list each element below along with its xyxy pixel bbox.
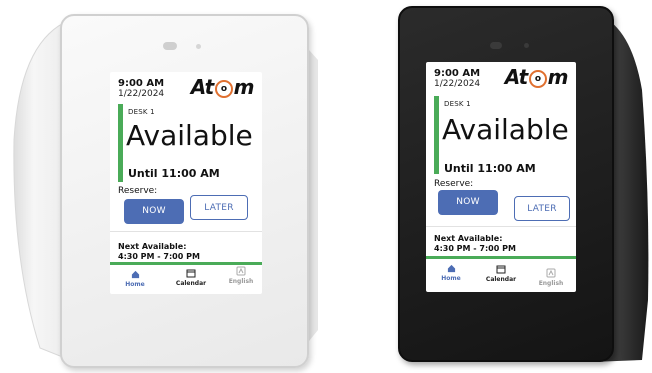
reserve-label: Reserve: <box>118 186 158 196</box>
reserve-label: Reserve: <box>434 179 474 189</box>
atom-logo: At o m <box>190 75 255 99</box>
language-icon <box>546 268 556 278</box>
clock-time: 9:00 AM <box>434 68 481 79</box>
atom-logo-o-icon: o <box>528 69 547 88</box>
calendar-icon <box>186 269 196 278</box>
desk-label: DESK 1 <box>444 100 471 108</box>
next-available-label: Next Available: <box>118 242 187 251</box>
black-camera <box>490 42 502 49</box>
atom-logo: At o m <box>504 65 569 89</box>
nav-calendar[interactable]: Calendar <box>484 264 518 283</box>
reserve-later-button[interactable]: LATER <box>514 196 570 221</box>
calendar-icon <box>496 265 506 274</box>
white-device: 9:00 AM 1/22/2024 At o m DESK 1 Available … <box>0 0 320 373</box>
reserve-later-button[interactable]: LATER <box>190 195 248 220</box>
next-available-label: Next Available: <box>434 234 503 243</box>
reserve-now-button[interactable]: NOW <box>438 190 498 215</box>
black-device: 9:00 AM 1/22/2024 At o m DESK 1 Available … <box>330 0 652 373</box>
clock-date: 1/22/2024 <box>118 89 165 99</box>
status-bar <box>118 104 123 182</box>
reserve-now-button[interactable]: NOW <box>124 199 184 224</box>
black-sensor <box>524 43 529 48</box>
nav-english[interactable]: English <box>226 266 256 285</box>
nav-home[interactable]: Home <box>122 270 148 288</box>
white-camera <box>163 42 177 50</box>
language-icon <box>236 266 246 276</box>
status-strip <box>426 256 576 259</box>
home-icon <box>447 264 455 273</box>
next-available-time: 4:30 PM - 7:00 PM <box>434 244 516 253</box>
nav-english[interactable]: English <box>536 268 566 287</box>
clock-date: 1/22/2024 <box>434 79 481 89</box>
home-icon <box>131 270 139 279</box>
availability-status: Available <box>126 119 253 152</box>
white-screen: 9:00 AM 1/22/2024 At o m DESK 1 Available … <box>110 72 262 294</box>
white-sensor <box>196 44 201 49</box>
nav-calendar[interactable]: Calendar <box>174 268 208 287</box>
until-time: Until 11:00 AM <box>128 167 220 180</box>
status-bar <box>434 96 439 174</box>
availability-status: Available <box>442 113 569 146</box>
desk-label: DESK 1 <box>128 108 155 116</box>
until-time: Until 11:00 AM <box>444 162 536 175</box>
next-available-time: 4:30 PM - 7:00 PM <box>118 252 200 261</box>
nav-home[interactable]: Home <box>438 264 464 282</box>
clock-time: 9:00 AM <box>118 78 165 89</box>
black-screen: 9:00 AM 1/22/2024 At o m DESK 1 Available … <box>426 62 576 292</box>
atom-logo-o-icon: o <box>214 79 233 98</box>
status-strip <box>110 262 262 265</box>
